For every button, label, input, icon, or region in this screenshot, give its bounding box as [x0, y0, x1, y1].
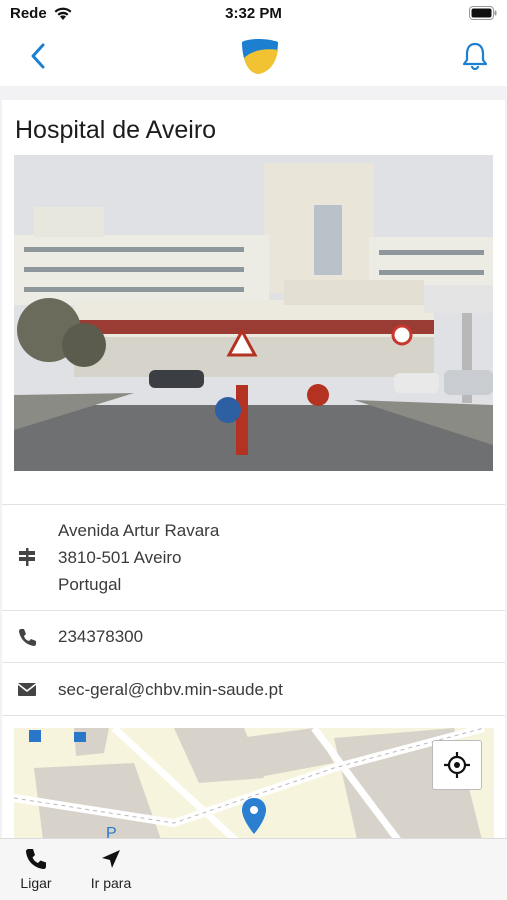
status-bar: Rede 3:32 PM — [0, 0, 507, 28]
call-button[interactable]: Ligar — [14, 847, 58, 891]
navigate-label: Ir para — [90, 875, 132, 891]
status-time: 3:32 PM — [225, 5, 282, 22]
signpost-icon — [19, 548, 35, 566]
phone-number[interactable]: 234378300 — [58, 623, 143, 650]
hospital-photo — [14, 155, 493, 471]
nav-bar — [0, 28, 507, 86]
battery-icon — [469, 6, 497, 20]
divider — [2, 504, 505, 505]
place-detail-card: Hospital de Aveiro Avenida Artur Ravara … — [2, 100, 505, 838]
email-address[interactable]: sec-geral@chbv.min-saude.pt — [58, 676, 283, 703]
phone-icon — [19, 629, 36, 646]
address-block: Avenida Artur Ravara 3810-501 Aveiro Por… — [58, 517, 219, 598]
page-title: Hospital de Aveiro — [15, 116, 217, 144]
phone-icon — [26, 849, 46, 869]
bottom-toolbar: Ligar Ir para — [0, 838, 507, 900]
crosshair-icon — [444, 752, 470, 778]
svg-text:P: P — [106, 825, 117, 838]
divider — [2, 715, 505, 716]
navigate-arrow-icon — [102, 850, 120, 868]
locate-me-button[interactable] — [432, 740, 482, 790]
call-label: Ligar — [20, 875, 52, 891]
divider — [2, 662, 505, 663]
app-logo — [242, 39, 278, 74]
address-postal: 3810-501 Aveiro — [58, 548, 182, 567]
envelope-icon — [17, 683, 37, 696]
address-country: Portugal — [58, 575, 122, 594]
address-street: Avenida Artur Ravara — [58, 521, 220, 540]
bell-icon[interactable] — [459, 40, 491, 72]
divider — [2, 610, 505, 611]
location-map[interactable]: P — [14, 728, 494, 838]
chevron-left-icon[interactable] — [26, 41, 50, 71]
navigate-button[interactable]: Ir para — [84, 847, 138, 891]
